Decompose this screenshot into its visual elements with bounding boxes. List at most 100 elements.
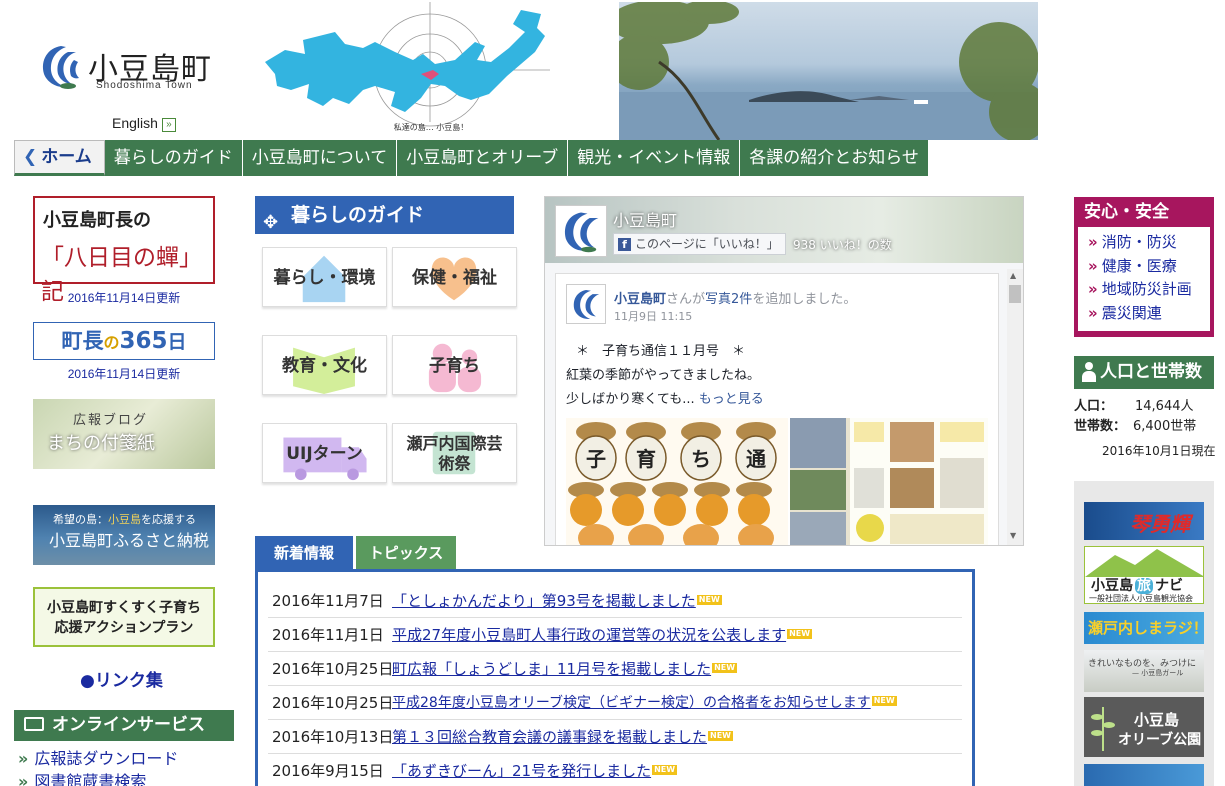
- population-value: 14,644人: [1135, 399, 1194, 414]
- news-title-link[interactable]: 平成28年度小豆島オリーブ検定（ビギナー検定）の合格者をお知らせします NEW: [392, 686, 897, 720]
- mayor365-c: 365: [119, 328, 168, 354]
- kosodate-plan-banner[interactable]: 小豆島町すくすく子育ち 応援アクションプラン: [33, 587, 215, 647]
- news-title-link[interactable]: 第１３回総合教育会議の議事録を掲載しました NEW: [392, 720, 733, 754]
- news-row: 2016年11月7日 「としょかんだより」第93号を掲載しました NEW: [268, 584, 962, 618]
- fb-post-action-a: さんが: [666, 292, 706, 307]
- new-badge: NEW: [696, 595, 722, 605]
- mayor365-d: 日: [167, 331, 187, 353]
- furusato-tax-banner[interactable]: 希望の島：小豆島を応援する 小豆島町ふるさと納税: [33, 505, 215, 565]
- news-title: 町広報「しょうどしま」11月号を掲載しました: [392, 660, 712, 678]
- guide-uij-turn[interactable]: UIJターン: [262, 423, 387, 483]
- fb-post-headline: 小豆島町さんが写真2件を追加しました。: [614, 288, 856, 307]
- chevron-icon: »: [1088, 280, 1098, 298]
- nav-departments[interactable]: 各課の紹介とお知らせ: [740, 140, 929, 176]
- furusato-title: 小豆島町ふるさと納税: [49, 531, 210, 550]
- news-date: 2016年11月7日: [272, 592, 384, 610]
- safety-box: 安心・安全 » 消防・防災 » 健康・医療 » 地域防災計画 » 震災関連: [1074, 197, 1214, 337]
- banner-tabi-navi[interactable]: 小豆島旅ナビ 一般社団法人小豆島観光協会: [1084, 546, 1204, 604]
- news-title: 平成28年度小豆島オリーブ検定（ビギナー検定）の合格者をお知らせします: [392, 695, 871, 711]
- tabinavi-c: ナビ: [1155, 578, 1183, 594]
- guide-living-environment[interactable]: 暮らし・環境: [262, 247, 387, 307]
- news-title-link[interactable]: 「あずきびーん」21号を発行しました NEW: [392, 754, 678, 786]
- fb-scroll-thumb[interactable]: [1009, 285, 1021, 303]
- living-guide-title: 暮らしのガイド: [291, 204, 425, 226]
- nav-olive[interactable]: 小豆島町とオリーブ: [397, 140, 569, 176]
- fb-post-photos-link[interactable]: 写真2件: [705, 292, 752, 307]
- guide-education-culture[interactable]: 教育・文化: [262, 335, 387, 395]
- banner-shodoshima-girl[interactable]: きれいなものを、みつけに — 小豆島ガール: [1084, 650, 1204, 692]
- links-collection[interactable]: ●リンク集: [80, 666, 163, 691]
- mayor-blog-updated: 2016年11月14日更新: [67, 291, 181, 305]
- safety-link-disaster-plan[interactable]: » 地域防災計画: [1088, 278, 1210, 302]
- pr-blog-label: 広報ブログ: [73, 413, 149, 428]
- news-title-link[interactable]: 平成27年度小豆島町人事行政の運営等の状況を公表します NEW: [392, 618, 813, 652]
- news-title-link[interactable]: 町広報「しょうどしま」11月号を掲載しました NEW: [392, 652, 738, 686]
- scroll-up-icon[interactable]: ▲: [1010, 271, 1016, 280]
- fb-post-author[interactable]: 小豆島町: [614, 292, 666, 307]
- olive-branch-icon: [1091, 707, 1115, 751]
- safety-link-health[interactable]: » 健康・医療: [1088, 255, 1210, 279]
- fb-page-avatar[interactable]: [555, 205, 607, 257]
- fb-photo-acorns[interactable]: 子 育 ち 通: [566, 418, 788, 545]
- double-chevron-icon: »: [161, 118, 176, 132]
- town-logo-icon[interactable]: [38, 44, 84, 90]
- fb-post-line2: 紅葉の季節がやってきましたね。: [566, 368, 760, 383]
- guide-setouchi-art[interactable]: 瀬戸内国際芸術祭: [392, 423, 517, 483]
- mayor-365-banner[interactable]: 町長の365日: [33, 322, 215, 360]
- safety-label: 地域防災計画: [1101, 280, 1192, 298]
- population-header: 人口と世帯数: [1074, 356, 1214, 389]
- banner-olive-park[interactable]: 小豆島 オリーブ公園: [1084, 697, 1204, 757]
- mayor-blog-banner[interactable]: 小豆島町長の 「八日目の蟬」記: [33, 196, 215, 305]
- fb-photo-newsletter[interactable]: [790, 418, 988, 545]
- fb-post-avatar[interactable]: [566, 284, 606, 324]
- service-item-library[interactable]: » 図書館蔵書検索: [18, 768, 146, 786]
- nav-living-guide[interactable]: 暮らしのガイド: [104, 140, 243, 176]
- fb-post-date[interactable]: 11月9日 11:15: [614, 308, 692, 324]
- fb-scrollbar[interactable]: ▲ ▼: [1007, 269, 1023, 545]
- population-label: 人口：: [1074, 399, 1114, 414]
- global-nav: ❮ ホーム 暮らしのガイド 小豆島町について 小豆島町とオリーブ 観光・イベント情…: [14, 140, 929, 176]
- banner-partial[interactable]: [1084, 764, 1204, 786]
- safety-header: 安心・安全: [1084, 202, 1169, 222]
- tab-news[interactable]: 新着情報: [255, 536, 353, 570]
- news-title-link[interactable]: 「としょかんだより」第93号を掲載しました NEW: [392, 584, 722, 618]
- new-badge: NEW: [708, 731, 733, 741]
- news-date: 2016年9月15日: [272, 762, 384, 780]
- news-title: 「としょかんだより」第93号を掲載しました: [392, 592, 696, 610]
- households-value: 6,400世帯: [1133, 419, 1197, 434]
- kirei-sub: — 小豆島ガール: [1132, 669, 1184, 677]
- fb-see-more-link[interactable]: もっと見る: [699, 392, 764, 407]
- guide-health-welfare[interactable]: 保健・福祉: [392, 247, 517, 307]
- new-badge: NEW: [652, 765, 678, 775]
- fb-post-line1: ＊ 子育ち通信１１月号 ＊: [576, 344, 746, 359]
- olive-park-b: オリーブ公園: [1118, 732, 1202, 748]
- news-title: 平成27年度小豆島町人事行政の運営等の状況を公表します: [392, 626, 787, 644]
- living-guide-header: ✥ 暮らしのガイド: [255, 196, 514, 234]
- banner-shima-radio[interactable]: 瀬戸内しまラジ！: [1084, 612, 1204, 644]
- new-badge: NEW: [712, 663, 738, 673]
- english-link[interactable]: English»: [112, 115, 176, 132]
- nav-tourism-events[interactable]: 観光・イベント情報: [568, 140, 741, 176]
- fb-like-button[interactable]: f このページに「いいね！」: [613, 233, 786, 255]
- banner-kotobuki-label: 琴勇輝: [1130, 512, 1190, 536]
- safety-link-fire[interactable]: » 消防・防災: [1088, 231, 1210, 255]
- facebook-icon: f: [618, 238, 631, 251]
- fb-page-name[interactable]: 小豆島町: [613, 207, 677, 231]
- news-list: 2016年11月7日 「としょかんだより」第93号を掲載しました NEW 2016年…: [255, 569, 975, 786]
- online-services-header: オンラインサービス: [14, 710, 234, 741]
- service-item-magazine[interactable]: » 広報誌ダウンロード: [18, 745, 178, 769]
- mayor-blog-title: 小豆島町長の: [43, 210, 151, 231]
- map-caption: 私達の島… 小豆島！: [394, 122, 469, 132]
- nav-home[interactable]: ❮ ホーム: [14, 140, 105, 176]
- banner-kotobuki[interactable]: 琴勇輝: [1084, 502, 1204, 540]
- site-subtitle: Shodoshima Town: [96, 80, 193, 91]
- scroll-down-icon[interactable]: ▼: [1010, 531, 1016, 540]
- guide-label: 瀬戸内国際芸術祭: [406, 434, 503, 473]
- tab-topics[interactable]: トピックス: [356, 536, 456, 570]
- nav-about-town[interactable]: 小豆島町について: [242, 140, 398, 176]
- island-map-banner: 私達の島… 小豆島！: [245, 2, 620, 140]
- guide-child-raising[interactable]: 子育ち: [392, 335, 517, 395]
- pr-blog-banner[interactable]: 広報ブログ まちの付箋紙: [33, 399, 215, 469]
- acorn-char: ち: [691, 447, 711, 471]
- safety-link-earthquake[interactable]: » 震災関連: [1088, 302, 1210, 326]
